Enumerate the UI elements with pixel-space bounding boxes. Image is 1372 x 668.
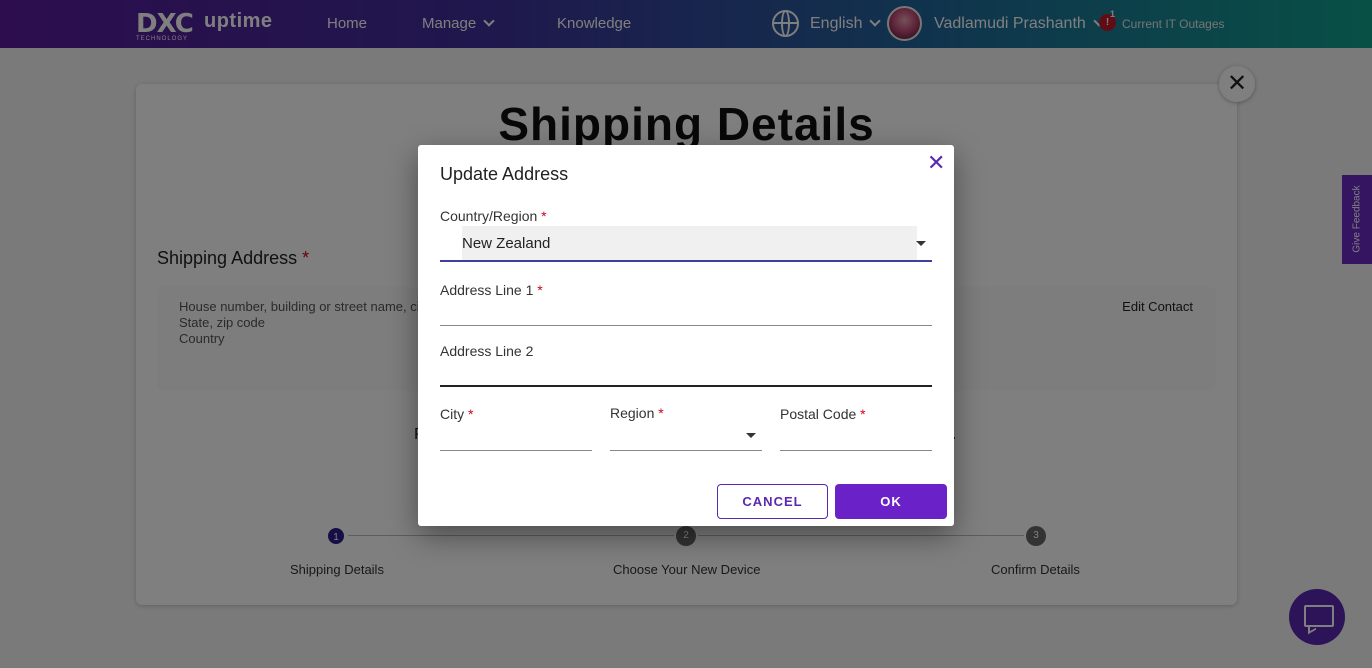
country-region-value: New Zealand [462, 235, 551, 252]
dialog-title: Update Address [440, 164, 569, 184]
postal-code-input[interactable] [780, 430, 932, 450]
address-line-2-label: Address Line 2 [440, 343, 534, 359]
close-icon[interactable]: ✕ [927, 152, 945, 174]
city-underline [440, 450, 592, 451]
postal-code-label-text: Postal Code [780, 406, 857, 422]
address-line-2-input[interactable] [440, 366, 932, 386]
address-line-2-underline [440, 385, 932, 387]
region-underline [610, 450, 762, 451]
update-address-dialog: Update Address ✕ Country/Region * New Ze… [418, 145, 954, 526]
region-label-text: Region [610, 405, 655, 421]
region-select[interactable] [610, 428, 762, 450]
dropdown-arrow-icon[interactable] [916, 241, 926, 246]
address-line-1-label-text: Address Line 1 [440, 282, 534, 298]
required-mark: * [468, 406, 474, 422]
postal-code-label: Postal Code * [780, 406, 866, 422]
country-region-label: Country/Region * [440, 208, 547, 224]
required-mark: * [541, 208, 547, 224]
address-line-1-underline [440, 325, 932, 326]
required-mark: * [537, 282, 543, 298]
cancel-button[interactable]: CANCEL [717, 484, 828, 519]
required-mark: * [860, 406, 866, 422]
city-label: City * [440, 406, 473, 422]
city-label-text: City [440, 406, 465, 422]
address-line-1-label: Address Line 1 * [440, 282, 543, 298]
postal-code-underline [780, 450, 932, 451]
country-region-label-text: Country/Region [440, 208, 538, 224]
dropdown-arrow-icon[interactable] [746, 433, 756, 438]
country-region-underline [440, 260, 932, 262]
ok-button[interactable]: OK [835, 484, 947, 519]
city-input[interactable] [440, 430, 592, 450]
region-label: Region * [610, 405, 664, 421]
required-mark: * [658, 405, 664, 421]
address-line-1-input[interactable] [440, 305, 932, 325]
